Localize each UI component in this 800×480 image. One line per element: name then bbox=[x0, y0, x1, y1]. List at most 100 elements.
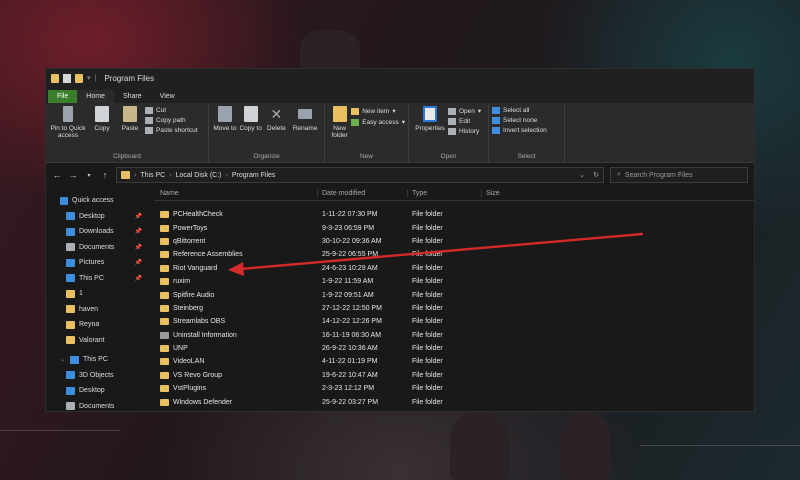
customize-toolbar-icon[interactable]: ▾ bbox=[87, 74, 91, 82]
refresh-icon[interactable]: ↻ bbox=[593, 171, 599, 179]
cut-button[interactable]: Cut bbox=[145, 107, 198, 114]
new-folder-icon[interactable] bbox=[75, 73, 83, 83]
sidebar-item-pc-documents[interactable]: Documents bbox=[60, 399, 148, 412]
tab-share[interactable]: Share bbox=[114, 90, 151, 103]
sidebar-item-reyna[interactable]: Reyna bbox=[60, 317, 148, 333]
background-character bbox=[450, 412, 510, 480]
sidebar-item-valorant[interactable]: Valorant bbox=[60, 333, 148, 349]
tab-file[interactable]: File bbox=[48, 90, 78, 103]
select-none-button[interactable]: Select none bbox=[492, 117, 547, 124]
table-row[interactable]: VstPlugins 2-3-23 12:12 PM File folder bbox=[154, 382, 754, 395]
background-character bbox=[560, 412, 610, 480]
copy-icon bbox=[95, 106, 109, 122]
file-type: File folder bbox=[412, 251, 443, 259]
column-header-date[interactable]: Date modified bbox=[318, 190, 408, 197]
column-header-size[interactable]: Size bbox=[482, 190, 542, 197]
history-button[interactable]: History bbox=[448, 128, 481, 135]
up-arrow-icon[interactable]: ↑ bbox=[100, 170, 110, 180]
chevron-right-icon: › bbox=[169, 171, 172, 179]
pin-quick-access-button[interactable]: Pin to Quick access bbox=[49, 106, 87, 150]
sidebar-item-pictures[interactable]: Pictures 📌 bbox=[60, 255, 148, 271]
table-row[interactable]: VideoLAN 4-11-22 01:19 PM File folder bbox=[154, 355, 754, 368]
table-row[interactable]: Streamlabs OBS 14-12-22 12:26 PM File fold… bbox=[154, 315, 754, 328]
copy-path-button[interactable]: Copy path bbox=[145, 117, 198, 124]
table-row[interactable]: VS Revo Group 19-6-22 10:47 AM File folder bbox=[154, 369, 754, 382]
table-row[interactable]: Reference Assemblies 25-9-22 06:55 PM File… bbox=[154, 248, 754, 261]
breadcrumb-this-pc[interactable]: This PC bbox=[140, 172, 165, 179]
open-small-buttons: Open ▾ Edit History bbox=[448, 106, 481, 150]
sidebar-item-pc-desktop[interactable]: Desktop bbox=[60, 383, 148, 399]
select-all-button[interactable]: Select all bbox=[492, 107, 547, 114]
sidebar-item-haven[interactable]: haven bbox=[60, 302, 148, 318]
edit-button[interactable]: Edit bbox=[448, 118, 481, 125]
rename-button[interactable]: Rename bbox=[289, 106, 321, 150]
table-row[interactable]: Uninstall Information 16-11-19 06:30 AM Fi… bbox=[154, 329, 754, 342]
search-placeholder: Search Program Files bbox=[624, 171, 693, 179]
table-row-riot-vanguard[interactable]: Riot Vanguard 24-6-23 10:29 AM File folder bbox=[154, 262, 754, 275]
clipboard-group-label: Clipboard bbox=[113, 153, 141, 160]
sidebar-item-label: This PC bbox=[83, 356, 108, 364]
sidebar-item-label: Quick access bbox=[72, 197, 114, 205]
delete-button[interactable]: ✕ Delete bbox=[264, 106, 290, 150]
new-item-button[interactable]: New item ▾ bbox=[351, 107, 405, 115]
paste-shortcut-button[interactable]: Paste shortcut bbox=[145, 127, 198, 134]
file-type: File folder bbox=[412, 304, 443, 312]
move-to-button[interactable]: Move to bbox=[212, 106, 238, 150]
sidebar-item-this-pc[interactable]: ⌄ This PC bbox=[60, 352, 148, 368]
open-label: Open bbox=[459, 107, 475, 115]
folder-icon bbox=[66, 289, 75, 298]
column-header-name[interactable]: Name bbox=[154, 190, 318, 197]
file-name: UNP bbox=[173, 345, 188, 353]
address-bar[interactable]: › This PC › Local Disk (C:) › Program Fi… bbox=[116, 167, 604, 183]
open-button[interactable]: Open ▾ bbox=[448, 107, 481, 115]
properties-icon[interactable] bbox=[63, 73, 71, 83]
move-to-icon bbox=[217, 106, 232, 122]
table-row[interactable]: qBittorrent 30-10-22 09:36 AM File folder bbox=[154, 235, 754, 248]
table-row[interactable]: PCHealthCheck 1-11-22 07:30 PM File folder bbox=[154, 208, 754, 221]
pin-icon: 📌 bbox=[134, 229, 142, 236]
file-type: File folder bbox=[412, 264, 443, 272]
table-row[interactable]: Windows Defender 25-9-22 03:27 PM File fol… bbox=[154, 395, 754, 408]
pictures-icon bbox=[66, 258, 75, 267]
tab-view[interactable]: View bbox=[151, 90, 184, 103]
sidebar-item-this-pc-quick[interactable]: This PC 📌 bbox=[60, 271, 148, 287]
copy-to-button[interactable]: Copy to bbox=[238, 106, 264, 150]
table-row[interactable]: ruxim 1-9-22 11:59 AM File folder bbox=[154, 275, 754, 288]
easy-access-button[interactable]: Easy access ▾ bbox=[351, 118, 405, 126]
table-row[interactable]: Steinberg 27-12-22 12:50 PM File folder bbox=[154, 302, 754, 315]
sidebar-item-quick-access[interactable]: Quick access bbox=[60, 193, 148, 209]
ribbon-tabs: File Home Share View bbox=[46, 87, 754, 103]
table-row[interactable]: PowerToys 9-3-23 06:59 PM File folder bbox=[154, 221, 754, 234]
ribbon: Pin to Quick access Copy Paste Cut Copy … bbox=[46, 103, 754, 163]
back-arrow-icon[interactable]: ← bbox=[52, 170, 62, 180]
document-icon bbox=[66, 243, 75, 252]
window-title: Program Files bbox=[104, 73, 155, 83]
file-type: File folder bbox=[412, 224, 443, 232]
paste-button[interactable]: Paste bbox=[117, 106, 143, 150]
forward-arrow-icon[interactable]: → bbox=[68, 170, 78, 180]
breadcrumb-local-disk[interactable]: Local Disk (C:) bbox=[176, 172, 222, 179]
sidebar-item-3d-objects[interactable]: 3D Objects bbox=[60, 368, 148, 384]
search-input[interactable]: ⌕ Search Program Files bbox=[610, 167, 748, 183]
new-folder-icon bbox=[332, 106, 347, 122]
new-folder-button[interactable]: New folder bbox=[328, 106, 351, 150]
download-icon bbox=[66, 227, 75, 236]
tab-home[interactable]: Home bbox=[77, 90, 114, 103]
navigation-pane: Quick access Desktop 📌 Downloads 📌 Docum… bbox=[46, 187, 148, 412]
file-date: 14-12-22 12:26 PM bbox=[322, 318, 382, 326]
sidebar-item-downloads[interactable]: Downloads 📌 bbox=[60, 224, 148, 240]
sidebar-item-documents[interactable]: Documents 📌 bbox=[60, 240, 148, 256]
copy-button[interactable]: Copy bbox=[89, 106, 115, 150]
invert-selection-button[interactable]: Invert selection bbox=[492, 127, 547, 134]
history-label: History bbox=[459, 128, 480, 135]
breadcrumb-program-files[interactable]: Program Files bbox=[232, 172, 276, 179]
sidebar-item-desktop[interactable]: Desktop 📌 bbox=[60, 209, 148, 225]
properties-button[interactable]: Properties bbox=[412, 106, 448, 150]
recent-locations-icon[interactable]: ▾ bbox=[84, 172, 94, 179]
table-row[interactable]: Spitfire Audio 1-9-22 09:51 AM File folder bbox=[154, 288, 754, 301]
chevron-down-icon[interactable]: ⌄ bbox=[60, 356, 66, 363]
sidebar-item-1[interactable]: 1 bbox=[60, 286, 148, 302]
table-row[interactable]: UNP 26-9-22 10:36 AM File folder bbox=[154, 342, 754, 355]
column-header-type[interactable]: Type bbox=[408, 190, 482, 197]
chevron-down-icon[interactable]: ⌄ bbox=[579, 171, 585, 179]
